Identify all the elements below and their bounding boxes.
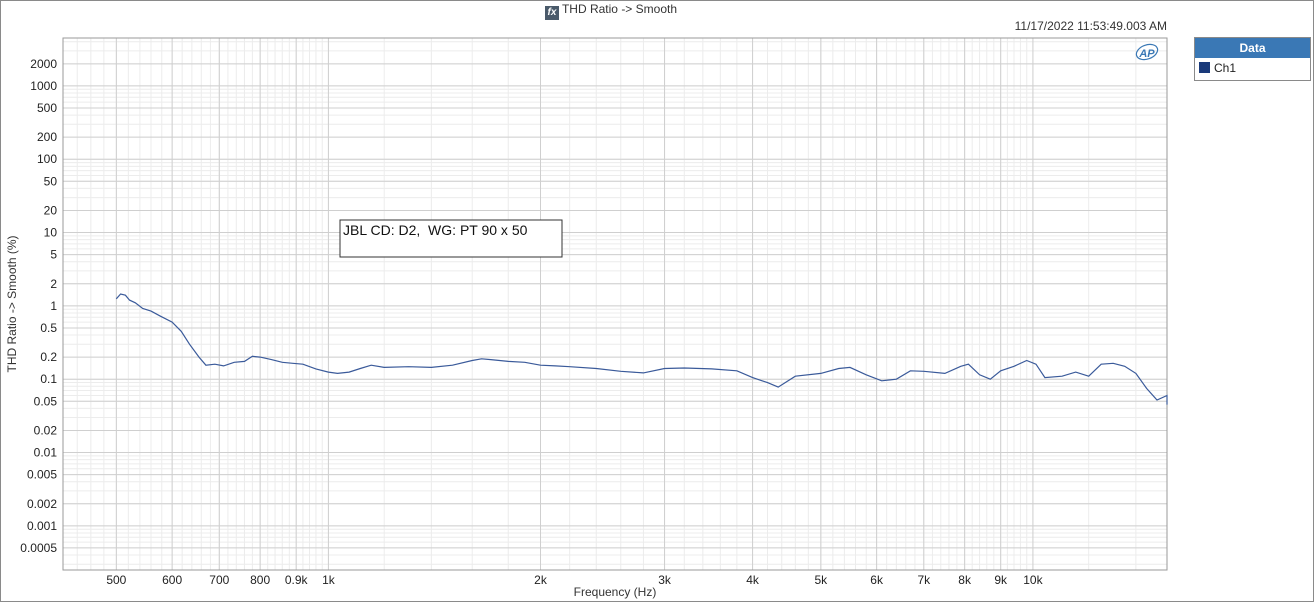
legend-item-ch1[interactable]: Ch1 <box>1195 58 1310 78</box>
x-tick-label: 600 <box>162 573 182 587</box>
y-tick-label: 200 <box>37 130 57 144</box>
y-tick-label: 0.1 <box>40 372 57 386</box>
y-tick-label: 0.005 <box>27 468 57 482</box>
major-grid <box>63 38 1167 570</box>
x-tick-label: 0.9k <box>285 573 309 587</box>
y-axis-label: THD Ratio -> Smooth (%) <box>5 235 19 372</box>
x-tick-label: 9k <box>994 573 1008 587</box>
series-line-ch1 <box>115 293 1168 405</box>
y-tick-label: 0.2 <box>40 350 57 364</box>
legend-title: Data <box>1195 38 1310 58</box>
y-tick-label: 0.001 <box>27 519 57 533</box>
x-tick-label: 500 <box>106 573 126 587</box>
x-tick-label: 10k <box>1023 573 1043 587</box>
y-tick-label: 0.02 <box>34 423 58 437</box>
y-tick-label: 1000 <box>30 79 57 93</box>
legend-swatch <box>1199 62 1210 73</box>
y-tick-label: 0.002 <box>27 497 57 511</box>
plot-area-border <box>62 37 1168 571</box>
y-tick-label: 500 <box>37 101 57 115</box>
chart-plot: 2000 1000 500 200 100 50 20 10 5 2 1 0.5 0.2 0.1 0.05 0… <box>5 37 1168 599</box>
x-tick-label: 2k <box>534 573 548 587</box>
y-tick-labels: 2000 1000 500 200 100 50 20 10 5 2 1 0.5 0.2 0.1 0.05 0… <box>20 57 57 555</box>
y-tick-label: 50 <box>44 174 58 188</box>
y-tick-label: 20 <box>44 203 58 217</box>
y-tick-label: 1 <box>50 299 57 313</box>
y-tick-label: 0.01 <box>34 446 58 460</box>
x-tick-label: 7k <box>917 573 931 587</box>
x-tick-label: 800 <box>250 573 270 587</box>
x-tick-label: 3k <box>658 573 672 587</box>
annotation-text: JBL CD: D2, WG: PT 90 x 50 <box>343 222 528 238</box>
ap-logo-text: AP <box>1138 48 1155 60</box>
y-tick-label: 10 <box>44 226 58 240</box>
y-tick-label: 0.5 <box>40 321 57 335</box>
x-axis-label: Frequency (Hz) <box>574 585 657 599</box>
x-tick-label: 1k <box>322 573 336 587</box>
y-tick-label: 0.0005 <box>20 541 57 555</box>
legend-label: Ch1 <box>1214 61 1237 75</box>
y-tick-label: 2000 <box>30 57 57 71</box>
legend: Data Ch1 <box>1194 37 1311 81</box>
y-tick-label: 0.05 <box>34 394 58 408</box>
x-tick-label: 6k <box>870 573 884 587</box>
y-tick-label: 2 <box>50 277 57 291</box>
x-tick-label: 4k <box>746 573 760 587</box>
x-tick-label: 8k <box>958 573 972 587</box>
annotation-box[interactable]: JBL CD: D2, WG: PT 90 x 50 <box>339 219 563 258</box>
x-tick-label: 5k <box>814 573 828 587</box>
ap-logo: AP <box>1135 43 1159 61</box>
x-tick-label: 700 <box>209 573 229 587</box>
minor-grid <box>63 38 1167 570</box>
chart-window: fx THD Ratio -> Smooth 11/17/2022 11:53:4… <box>0 0 1314 602</box>
y-tick-label: 5 <box>50 248 57 262</box>
y-tick-label: 100 <box>37 152 57 166</box>
